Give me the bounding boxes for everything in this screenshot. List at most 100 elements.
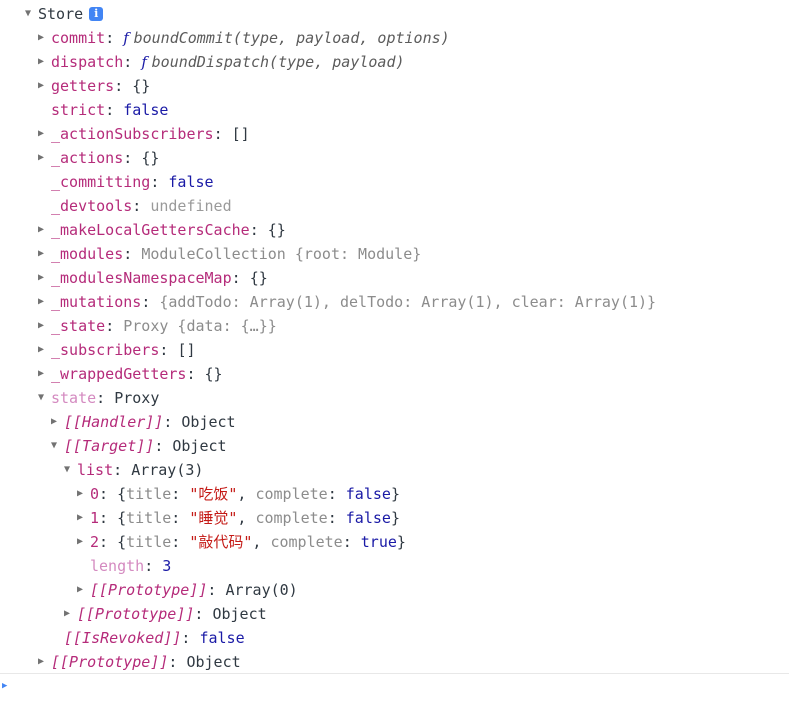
object-row[interactable]: dispatch: f boundDispatch(type, payload) (0, 50, 789, 74)
property-key: _actions (51, 149, 124, 167)
object-row[interactable]: [[Prototype]]: Object (0, 650, 789, 673)
key-value-separator: : (186, 365, 205, 383)
key-value-separator: : (99, 509, 118, 527)
disclosure-triangle-closed-icon[interactable] (38, 122, 50, 146)
disclosure-triangle-closed-icon[interactable] (38, 50, 50, 74)
disclosure-triangle-closed-icon[interactable] (38, 266, 50, 290)
object-row[interactable]: _makeLocalGettersCache: {} (0, 218, 789, 242)
disclosure-triangle-open-icon[interactable] (64, 458, 76, 482)
key-value-separator: : (114, 77, 133, 95)
object-row[interactable]: 2: {title: "敲代码", complete: true} (0, 530, 789, 554)
object-row[interactable]: 0: {title: "吃饭", complete: false} (0, 482, 789, 506)
disclosure-triangle-closed-icon[interactable] (38, 218, 50, 242)
colon: : (171, 533, 190, 551)
object-row[interactable]: _modules: ModuleCollection {root: Module… (0, 242, 789, 266)
object-row[interactable]: length: 3 (0, 554, 789, 578)
disclosure-triangle-closed-icon[interactable] (77, 506, 89, 530)
todo-title-key: title (126, 533, 172, 551)
property-key: _modulesNamespaceMap (51, 269, 232, 287)
brace-close: } (396, 533, 406, 551)
disclosure-triangle-closed-icon[interactable] (38, 338, 50, 362)
console-object-inspector[interactable]: Storeicommit: f boundCommit(type, payloa… (0, 0, 789, 673)
brace-open: { (117, 485, 127, 503)
key-value-separator: : (123, 245, 142, 263)
property-value: [] (177, 341, 196, 359)
object-row-body: _makeLocalGettersCache: {} (51, 218, 286, 242)
object-row[interactable]: state: Proxy (0, 386, 789, 410)
todo-complete-value: true (360, 533, 397, 551)
property-value: {} (249, 269, 268, 287)
object-row-body: _committing: false (51, 170, 214, 194)
property-value: false (168, 173, 214, 191)
object-row[interactable]: Storei (0, 2, 789, 26)
todo-title-value: "敲代码" (189, 533, 253, 551)
function-marker-icon: f (123, 29, 134, 47)
object-row[interactable]: [[Prototype]]: Array(0) (0, 578, 789, 602)
object-root-label: Store (38, 5, 84, 23)
object-row[interactable]: _state: Proxy {data: {…}} (0, 314, 789, 338)
object-row[interactable]: [[Prototype]]: Object (0, 602, 789, 626)
object-row[interactable]: commit: f boundCommit(type, payload, opt… (0, 26, 789, 50)
disclosure-triangle-closed-icon[interactable] (38, 314, 50, 338)
object-row[interactable]: _devtools: undefined (0, 194, 789, 218)
disclosure-triangle-closed-icon[interactable] (77, 482, 89, 506)
disclosure-triangle-closed-icon[interactable] (38, 290, 50, 314)
object-row-body: strict: false (51, 98, 168, 122)
disclosure-triangle-closed-icon[interactable] (38, 26, 50, 50)
disclosure-triangle-closed-icon[interactable] (77, 530, 89, 554)
object-row[interactable]: _actions: {} (0, 146, 789, 170)
property-value: 3 (162, 557, 172, 575)
object-row-body: [[Prototype]]: Array(0) (90, 578, 298, 602)
object-row[interactable]: [[Target]]: Object (0, 434, 789, 458)
disclosure-triangle-closed-icon[interactable] (38, 242, 50, 266)
todo-complete-key: complete (255, 509, 328, 527)
todo-complete-value: false (345, 485, 391, 503)
comma: , (252, 533, 271, 551)
object-row-body: [[IsRevoked]]: false (64, 626, 245, 650)
function-signature: boundDispatch(type, payload) (151, 53, 405, 71)
disclosure-triangle-closed-icon[interactable] (77, 578, 89, 602)
key-value-separator: : (159, 341, 178, 359)
object-row[interactable]: [[Handler]]: Object (0, 410, 789, 434)
object-row[interactable]: _modulesNamespaceMap: {} (0, 266, 789, 290)
object-row-body: getters: {} (51, 74, 150, 98)
disclosure-triangle-closed-icon[interactable] (38, 146, 50, 170)
property-key: 1 (90, 509, 100, 527)
key-value-separator: : (105, 101, 124, 119)
disclosure-triangle-open-icon[interactable] (51, 434, 63, 458)
object-row[interactable]: strict: false (0, 98, 789, 122)
info-icon[interactable]: i (89, 6, 104, 21)
object-row[interactable]: _subscribers: [] (0, 338, 789, 362)
disclosure-triangle-closed-icon[interactable] (51, 410, 63, 434)
disclosure-triangle-closed-icon[interactable] (38, 650, 50, 673)
object-row[interactable]: _wrappedGetters: {} (0, 362, 789, 386)
key-value-separator: : (154, 437, 173, 455)
property-key: length (90, 557, 145, 575)
key-value-separator: : (150, 173, 169, 191)
property-key: [[IsRevoked]] (64, 629, 182, 647)
key-value-separator: : (123, 53, 142, 71)
disclosure-triangle-closed-icon[interactable] (38, 74, 50, 98)
object-row[interactable]: list: Array(3) (0, 458, 789, 482)
console-prompt-row[interactable] (0, 674, 789, 704)
property-key: _wrappedGetters (51, 365, 187, 383)
object-row[interactable]: getters: {} (0, 74, 789, 98)
disclosure-triangle-closed-icon[interactable] (38, 362, 50, 386)
property-key: 2 (90, 533, 100, 551)
property-key: 0 (90, 485, 100, 503)
object-row[interactable]: _committing: false (0, 170, 789, 194)
object-row-body: _mutations: {addTodo: Array(1), delTodo:… (51, 290, 656, 314)
property-value: Object (212, 605, 267, 623)
object-row-body: _modules: ModuleCollection {root: Module… (51, 242, 421, 266)
key-value-separator: : (96, 389, 115, 407)
property-key: list (77, 461, 114, 479)
object-row-body: 2: {title: "敲代码", complete: true} (90, 530, 406, 554)
object-row[interactable]: 1: {title: "睡觉", complete: false} (0, 506, 789, 530)
disclosure-triangle-closed-icon[interactable] (64, 602, 76, 626)
object-row[interactable]: _actionSubscribers: [] (0, 122, 789, 146)
object-row[interactable]: [[IsRevoked]]: false (0, 626, 789, 650)
disclosure-triangle-open-icon[interactable] (38, 386, 50, 410)
object-row[interactable]: _mutations: {addTodo: Array(1), delTodo:… (0, 290, 789, 314)
disclosure-triangle-open-icon[interactable] (25, 2, 37, 26)
object-row-body: _wrappedGetters: {} (51, 362, 223, 386)
